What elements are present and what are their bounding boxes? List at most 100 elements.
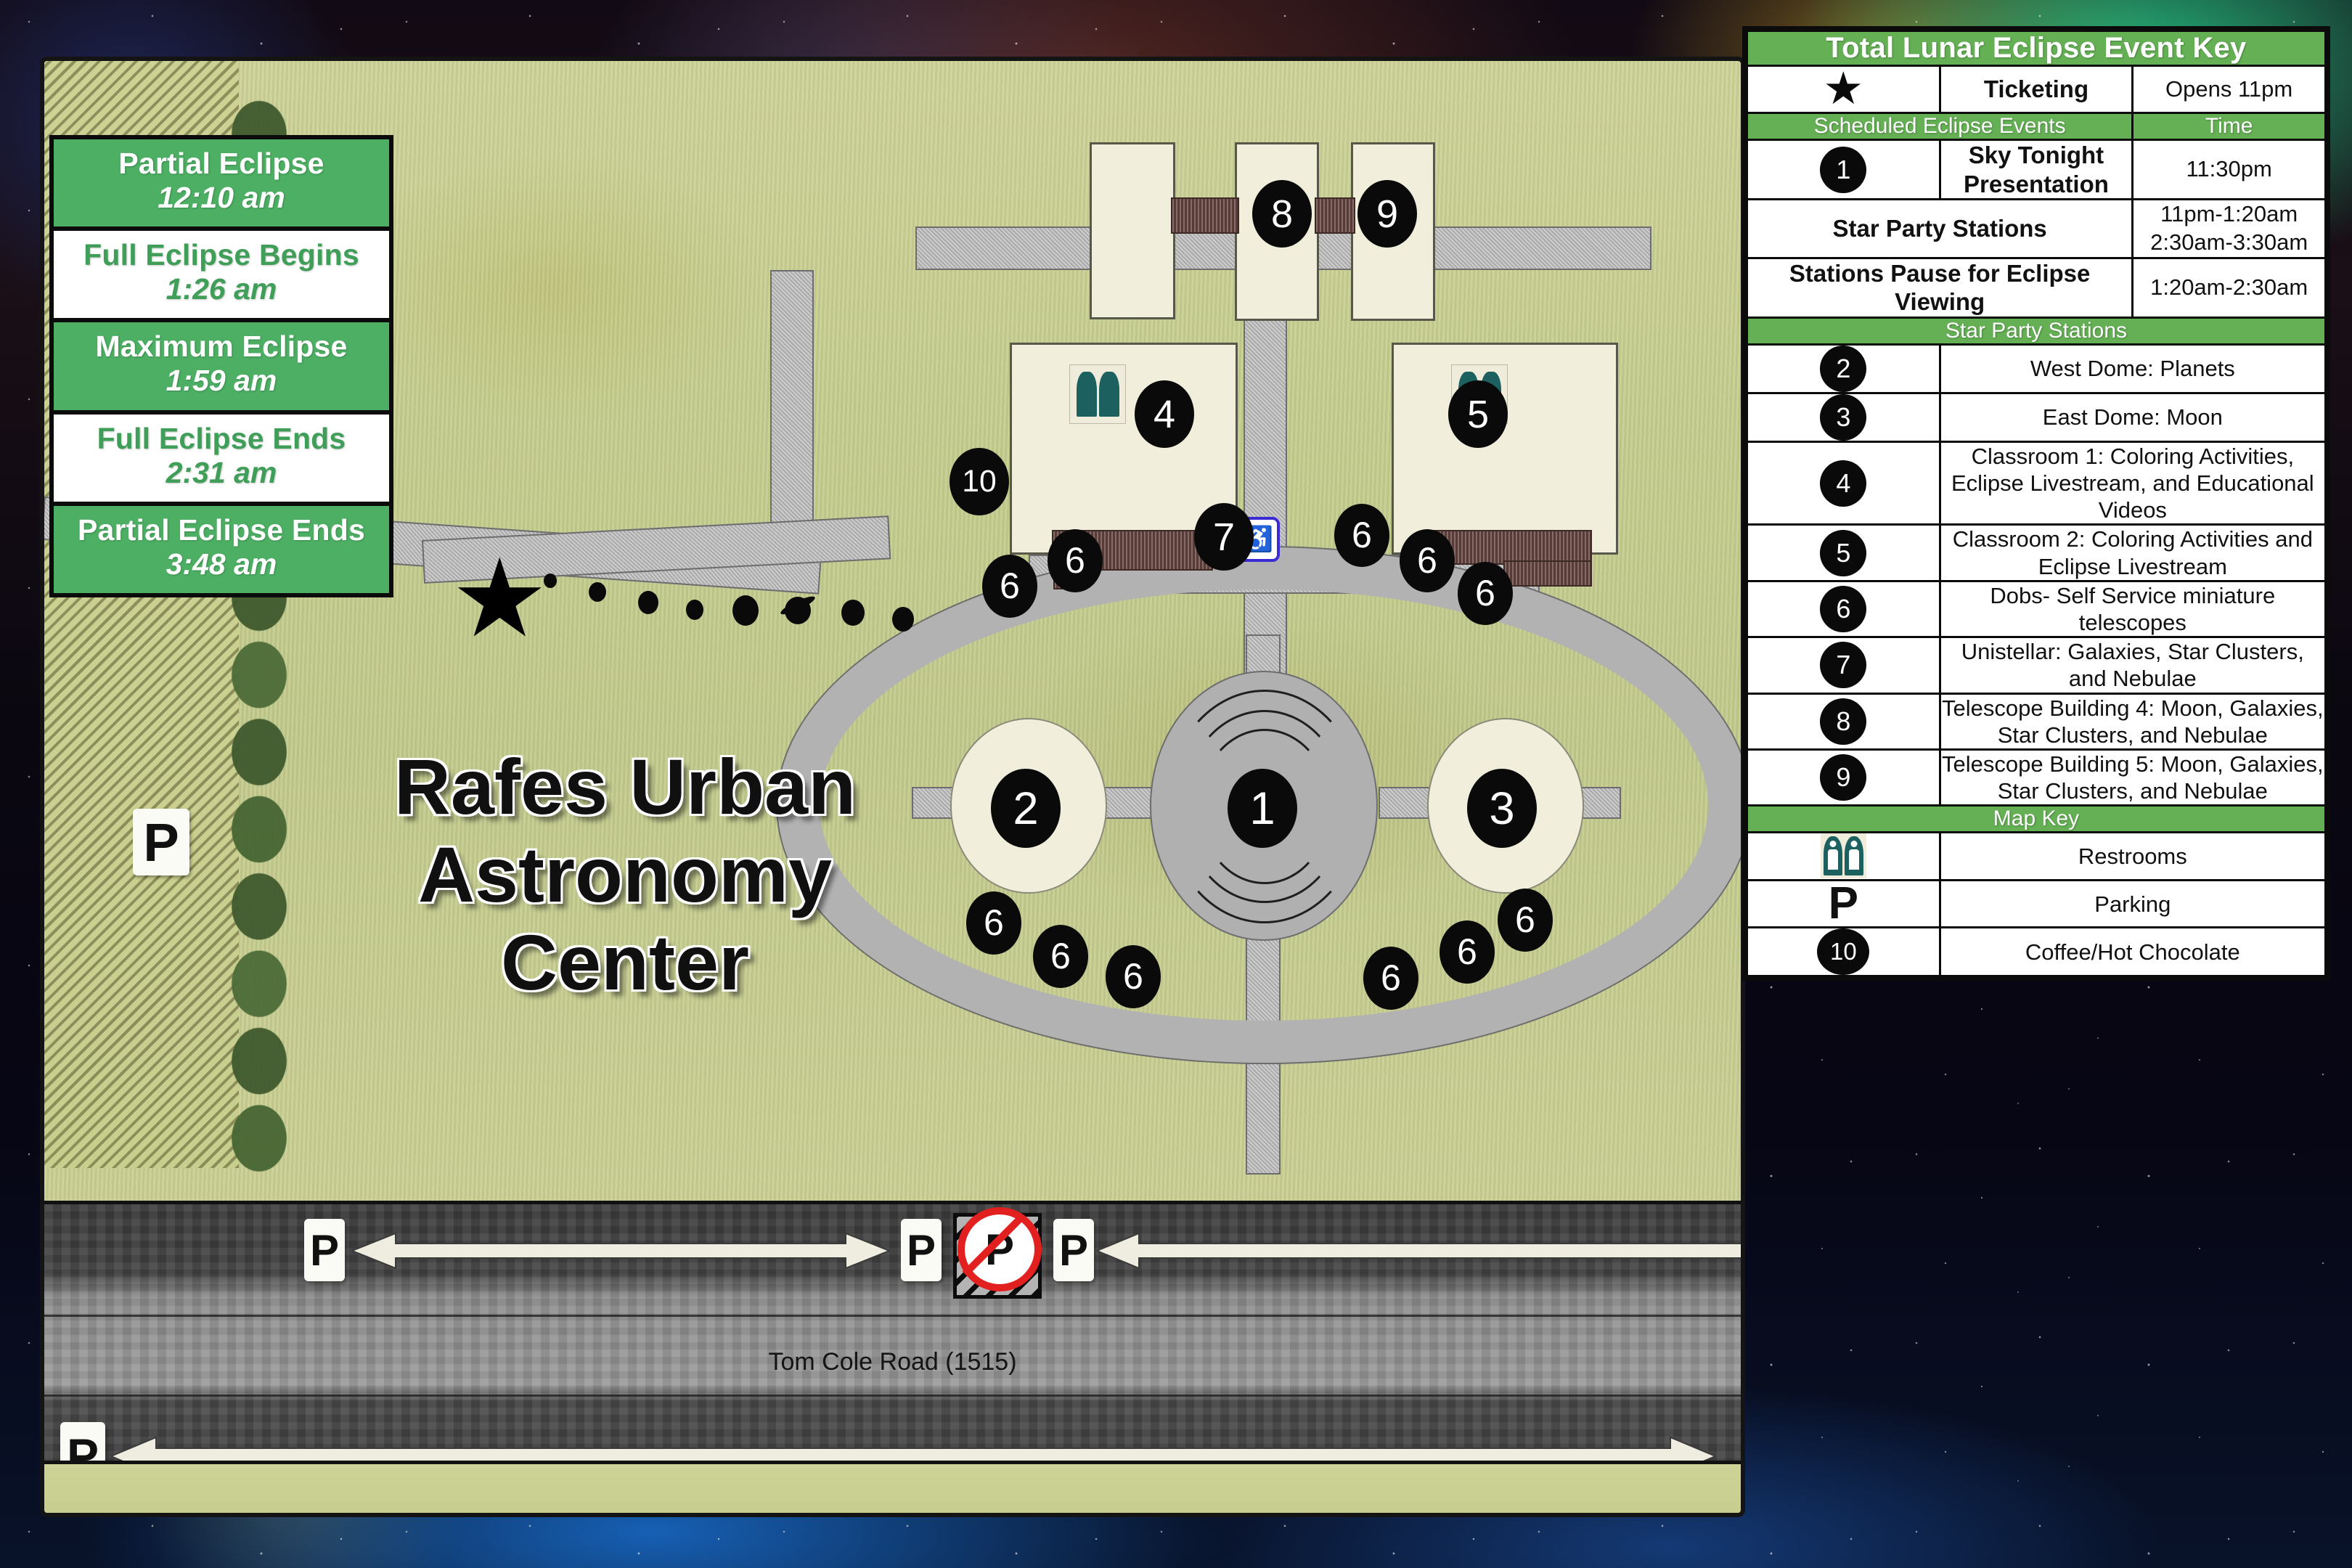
- mapkey-header-row: Map Key: [1746, 804, 2327, 834]
- map-key-row: P Parking: [1746, 878, 2327, 929]
- station-pin: 9: [1746, 748, 1941, 807]
- eclipse-time-row: Partial Eclipse Ends 3:48 am: [54, 505, 389, 593]
- key-pin-1: 1: [1820, 146, 1867, 193]
- star-icon: ★: [1746, 64, 1941, 114]
- map-key-label: Parking: [1938, 879, 2327, 929]
- deck-north-2: [1315, 197, 1355, 234]
- eclipse-phase-time: 2:31 am: [166, 455, 277, 489]
- station-pin-5[interactable]: 5: [1448, 380, 1508, 449]
- parking-icon: P: [1828, 878, 1858, 929]
- eclipse-time-row: Full Eclipse Begins 1:26 am: [54, 231, 389, 323]
- station-pin-6[interactable]: 6: [1498, 889, 1553, 952]
- page-title: Rafes Urban Astronomy Center: [335, 743, 915, 1007]
- station-pin-6[interactable]: 6: [1048, 529, 1103, 592]
- station-pin-1[interactable]: 1: [1228, 769, 1297, 849]
- station-label: Classroom 2: Coloring Activities and Ecl…: [1938, 523, 2327, 582]
- planet-jupiter-icon: [732, 595, 759, 626]
- scheduled-event-label: Sky Tonight Presentation: [1938, 138, 2134, 201]
- station-pin-6[interactable]: 6: [1106, 945, 1161, 1008]
- road-lane-line: [44, 1395, 1741, 1397]
- station-pin-8[interactable]: 8: [1252, 180, 1312, 248]
- station-pin-6[interactable]: 6: [1334, 504, 1389, 567]
- sun-star-icon: ★: [451, 537, 549, 659]
- station-row: 9 Telescope Building 5: Moon, Galaxies, S…: [1746, 748, 2327, 807]
- eclipse-phase-time: 1:59 am: [166, 364, 277, 398]
- star-party-stations-header: Star Party Stations: [1746, 316, 2327, 346]
- parking-icon: P: [1746, 878, 1941, 929]
- eclipse-phase-label: Partial Eclipse: [118, 147, 324, 180]
- eclipse-time-row: Full Eclipse Ends 2:31 am: [54, 414, 389, 506]
- station-pin-7[interactable]: 7: [1194, 503, 1254, 571]
- station-pin-6[interactable]: 6: [1458, 562, 1513, 625]
- deck-north-1: [1171, 197, 1239, 234]
- key-title-row: Total Lunar Eclipse Event Key: [1746, 30, 2327, 67]
- scheduled-event-label: Star Party Stations: [1745, 198, 2134, 259]
- station-pin: 5: [1746, 523, 1941, 582]
- scheduled-event-row: 1 Sky Tonight Presentation 11:30pm: [1746, 138, 2327, 201]
- station-pin-6[interactable]: 6: [1400, 529, 1455, 592]
- station-pin-9[interactable]: 9: [1357, 180, 1417, 248]
- parking-direction-arrow: [1097, 1232, 1741, 1270]
- scheduled-event-row: Stations Pause for Eclipse Viewing 1:20am…: [1745, 256, 2327, 319]
- station-pin-2[interactable]: 2: [991, 769, 1061, 849]
- eclipse-time-row: Maximum Eclipse 1:59 am: [54, 322, 389, 415]
- scheduled-event-time: 11pm-1:20am 2:30am-3:30am: [2131, 198, 2327, 259]
- station-pin: 2: [1746, 343, 1941, 394]
- key-pin-3: 3: [1820, 393, 1867, 441]
- restroom-icon: [1746, 831, 1941, 882]
- title-line-1: Rafes Urban: [393, 743, 857, 830]
- parking-sign: P: [304, 1219, 345, 1281]
- parking-sign: P: [901, 1219, 942, 1281]
- planet-venus-icon: [589, 582, 606, 602]
- map-key-row: 10 Coffee/Hot Chocolate: [1746, 926, 2327, 978]
- planet-earth-icon: [638, 591, 658, 614]
- star-glyph: ★: [1823, 64, 1864, 114]
- station-pin: 8: [1746, 692, 1941, 751]
- event-key-panel: Total Lunar Eclipse Event Key ★ Ticketing O…: [1742, 26, 2330, 981]
- key-pin-8: 8: [1820, 698, 1867, 745]
- key-pin-6: 6: [1820, 586, 1867, 632]
- station-pin-6[interactable]: 6: [966, 891, 1021, 955]
- planet-neptune-icon: [892, 607, 914, 632]
- map-key-header: Map Key: [1746, 804, 2327, 834]
- station-row: 7 Unistellar: Galaxies, Star Clusters, an…: [1746, 636, 2327, 695]
- station-label: Classroom 1: Coloring Activities, Eclips…: [1938, 440, 2327, 526]
- ticketing-row: ★ Ticketing Opens 11pm: [1746, 64, 2327, 114]
- key-pin-4: 4: [1820, 460, 1867, 507]
- station-pin-6[interactable]: 6: [1033, 925, 1088, 988]
- scheduled-events-header: Scheduled Eclipse Events: [1745, 112, 2134, 141]
- scheduled-event-pin: 1: [1746, 138, 1941, 201]
- parking-direction-arrow: [352, 1232, 889, 1270]
- station-pin-3[interactable]: 3: [1467, 769, 1537, 849]
- station-row: 2 West Dome: Planets: [1746, 343, 2327, 394]
- deck-classroom-2: [1431, 530, 1592, 565]
- key-pin-7: 7: [1820, 642, 1867, 689]
- station-pin-6[interactable]: 6: [1440, 920, 1495, 984]
- planet-mercury-icon: [544, 573, 557, 588]
- road-lane-line: [44, 1315, 1741, 1317]
- station-row: 8 Telescope Building 4: Moon, Galaxies, S…: [1746, 692, 2327, 751]
- station-label: Unistellar: Galaxies, Star Clusters, and…: [1938, 636, 2327, 695]
- deck-classroom-2b: [1503, 560, 1592, 587]
- station-row: 4 Classroom 1: Coloring Activities, Eclip…: [1746, 440, 2327, 526]
- station-label: Telescope Building 5: Moon, Galaxies, St…: [1938, 748, 2327, 807]
- scheduled-time-header: Time: [2131, 112, 2327, 141]
- station-label: East Dome: Moon: [1938, 391, 2327, 443]
- key-pin-10: 10: [1817, 928, 1870, 976]
- station-pin-6[interactable]: 6: [982, 555, 1037, 618]
- station-row: 6 Dobs- Self Service miniature telescopes: [1746, 579, 2327, 639]
- station-pin: 3: [1746, 391, 1941, 443]
- parking-sign: P: [1053, 1219, 1094, 1281]
- key-pin-2: 2: [1820, 345, 1867, 392]
- station-row: 5 Classroom 2: Coloring Activities and Ec…: [1746, 523, 2327, 582]
- key-pin-9: 9: [1820, 754, 1867, 801]
- station-pin: 4: [1746, 440, 1941, 526]
- station-label: West Dome: Planets: [1938, 343, 2327, 394]
- station-pin-4[interactable]: 4: [1135, 380, 1194, 449]
- station-pin-10[interactable]: 10: [950, 448, 1009, 516]
- station-pin-6[interactable]: 6: [1363, 947, 1418, 1010]
- stations-header-row: Star Party Stations: [1746, 316, 2327, 346]
- restroom-icon: [1820, 833, 1866, 879]
- key-title: Total Lunar Eclipse Event Key: [1746, 30, 2327, 67]
- station-label: Telescope Building 4: Moon, Galaxies, St…: [1938, 692, 2327, 751]
